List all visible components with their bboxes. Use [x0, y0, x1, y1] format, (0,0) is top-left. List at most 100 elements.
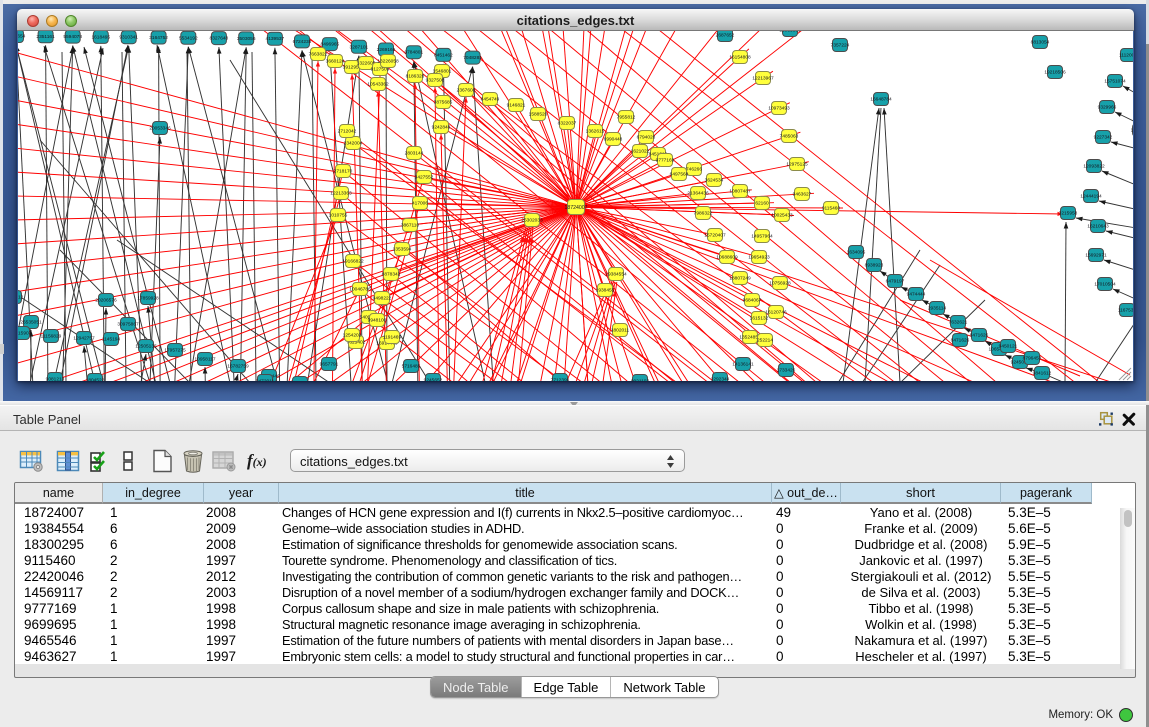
svg-text:10025433: 10025433: [771, 213, 793, 219]
svg-text:3164752: 3164752: [149, 35, 168, 41]
svg-text:12505135: 12505135: [135, 344, 157, 350]
svg-text:9777169: 9777169: [656, 158, 675, 164]
svg-text:10543362: 10543362: [367, 82, 389, 88]
svg-text:2935114: 2935114: [928, 306, 947, 312]
svg-text:9948100: 9948100: [368, 318, 387, 324]
svg-text:8938923: 8938923: [865, 263, 884, 269]
svg-text:14136141: 14136141: [732, 362, 754, 368]
svg-text:1938455: 1938455: [596, 288, 615, 294]
svg-text:15692971: 15692971: [1085, 253, 1107, 259]
svg-text:14957964: 14957964: [751, 234, 773, 240]
svg-text:3660124: 3660124: [326, 59, 345, 65]
svg-text:1615132: 1615132: [750, 316, 769, 322]
svg-text:7663822: 7663822: [309, 52, 328, 58]
svg-text:1634095: 1634095: [847, 250, 866, 256]
svg-text:5534192: 5534192: [179, 35, 198, 41]
svg-text:9329966: 9329966: [1098, 105, 1117, 111]
svg-text:12213363: 12213363: [330, 191, 352, 197]
svg-text:1167534: 1167534: [1118, 308, 1133, 314]
svg-text:746266: 746266: [686, 167, 702, 173]
svg-text:3867110: 3867110: [401, 223, 420, 229]
svg-text:12975125: 12975125: [786, 162, 808, 168]
svg-text:6497568: 6497568: [670, 172, 689, 178]
svg-text:2351161: 2351161: [36, 34, 55, 40]
svg-text:15720407: 15720407: [704, 233, 726, 239]
svg-text:16033809: 16033809: [779, 31, 801, 34]
svg-text:7632621: 7632621: [949, 320, 968, 326]
svg-text:2367608: 2367608: [457, 88, 476, 94]
svg-text:20053346: 20053346: [149, 126, 171, 132]
svg-text:6479197: 6479197: [886, 279, 905, 285]
svg-text:10807487: 10807487: [729, 189, 751, 195]
svg-text:9684067: 9684067: [743, 298, 762, 304]
svg-text:3875685: 3875685: [434, 100, 453, 106]
svg-text:6990448: 6990448: [604, 137, 623, 143]
svg-text:26535051: 26535051: [20, 320, 42, 326]
svg-text:9450121: 9450121: [999, 344, 1018, 350]
svg-text:1621022: 1621022: [631, 149, 650, 155]
svg-text:1010755: 1010755: [329, 213, 348, 219]
svg-text:7357224: 7357224: [831, 43, 850, 49]
svg-text:3287101: 3287101: [350, 44, 369, 50]
svg-text:16154808: 16154808: [729, 55, 751, 61]
svg-text:8451462: 8451462: [434, 52, 453, 58]
svg-text:16782759: 16782759: [227, 364, 249, 370]
svg-text:2712042: 2712042: [338, 129, 357, 135]
svg-text:8322037: 8322037: [558, 121, 577, 127]
svg-text:252214: 252214: [757, 338, 773, 344]
svg-text:8496965: 8496965: [321, 42, 340, 48]
svg-text:9227342: 9227342: [1094, 135, 1113, 141]
svg-text:16648784: 16648784: [870, 97, 892, 103]
svg-text:1362615: 1362615: [586, 129, 605, 135]
svg-text:7485063: 7485063: [780, 134, 799, 140]
svg-text:10688609: 10688609: [716, 255, 738, 261]
svg-text:1254202: 1254202: [343, 333, 362, 339]
svg-text:5716485: 5716485: [402, 364, 421, 370]
svg-text:8186328: 8186328: [406, 74, 425, 80]
svg-text:9245652: 9245652: [424, 378, 443, 382]
svg-text:9463627: 9463627: [793, 192, 812, 198]
svg-text:5594078: 5594078: [63, 34, 82, 40]
svg-text:9310341: 9310341: [119, 35, 138, 41]
svg-text:21364436: 21364436: [687, 191, 709, 197]
svg-text:2718170: 2718170: [334, 169, 353, 175]
svg-text:7048281: 7048281: [463, 55, 482, 61]
svg-text:2342004: 2342004: [344, 141, 363, 147]
svg-text:16210643: 16210643: [1087, 224, 1109, 230]
svg-text:25302033: 25302033: [521, 218, 543, 224]
svg-text:9474444: 9474444: [907, 292, 926, 298]
svg-text:9115460: 9115460: [822, 206, 841, 212]
svg-text:1292344: 1292344: [711, 377, 730, 382]
svg-text:2803144: 2803144: [405, 151, 424, 157]
svg-text:1353594: 1353594: [393, 247, 412, 253]
svg-text:19654923: 19654923: [748, 255, 770, 261]
svg-text:9242848: 9242848: [432, 125, 451, 131]
svg-text:1112000: 1112000: [1119, 53, 1133, 59]
svg-text:15751074: 15751074: [1104, 79, 1126, 85]
svg-text:7955812: 7955812: [617, 115, 636, 121]
svg-text:8127455: 8127455: [291, 381, 310, 382]
svg-text:2269166: 2269166: [377, 47, 396, 53]
svg-text:1864091: 1864091: [1131, 128, 1133, 134]
svg-text:2650412: 2650412: [18, 295, 24, 301]
svg-text:12093822: 12093822: [1083, 164, 1105, 170]
svg-text:8878342: 8878342: [382, 272, 401, 278]
svg-text:17859928: 17859928: [137, 296, 159, 302]
svg-text:9472011: 9472011: [256, 379, 275, 382]
svg-text:12444194: 12444194: [1080, 194, 1102, 200]
svg-text:8327648: 8327648: [210, 36, 229, 42]
svg-text:20206576: 20206576: [95, 298, 117, 304]
svg-text:8471626: 8471626: [951, 338, 970, 344]
svg-text:12213967: 12213967: [752, 76, 774, 82]
svg-text:13226058: 13226058: [377, 59, 399, 65]
svg-text:10973493: 10973493: [768, 106, 790, 112]
svg-text:19166822: 19166822: [342, 259, 364, 265]
svg-text:17010504: 17010504: [1094, 282, 1116, 288]
svg-text:9327508: 9327508: [426, 78, 445, 84]
svg-text:3215958: 3215958: [1059, 211, 1078, 217]
svg-text:1618495: 1618495: [91, 34, 110, 40]
svg-text:18807249: 18807249: [729, 276, 751, 282]
svg-text:9427552: 9427552: [415, 175, 434, 181]
svg-text:417006: 417006: [412, 201, 428, 207]
svg-text:2687652: 2687652: [716, 33, 735, 39]
